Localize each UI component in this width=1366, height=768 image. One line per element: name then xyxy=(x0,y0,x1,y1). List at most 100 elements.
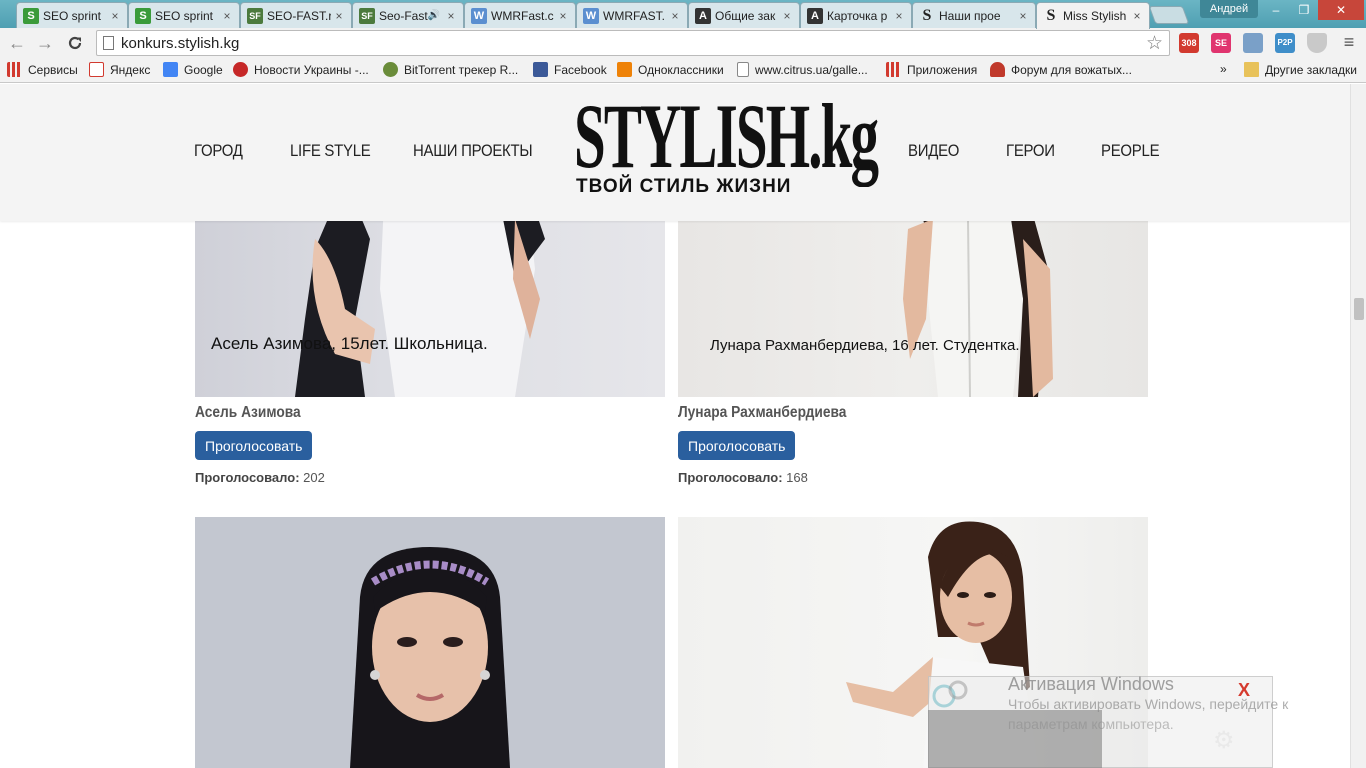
bookmark-forum[interactable]: Форум для вожатых... xyxy=(990,62,1132,77)
tab-seo-sprint-2[interactable]: S SEO sprint × xyxy=(128,2,240,28)
contestant-name[interactable]: Лунара Рахманбердиева xyxy=(678,404,846,422)
bookmark-services[interactable]: Сервисы xyxy=(7,62,78,77)
address-bar[interactable]: konkurs.stylish.kg ☆ xyxy=(96,30,1170,56)
tab-strip: S SEO sprint × S SEO sprint × SF SEO-FAS… xyxy=(0,0,1366,29)
a-favicon-icon: A xyxy=(807,7,823,24)
tab-our-projects[interactable]: S Наши прое × xyxy=(912,2,1036,28)
activation-close-button[interactable]: X xyxy=(1238,680,1250,701)
rds-extension-icon[interactable] xyxy=(1243,33,1263,53)
seo-fast-favicon-icon: SF xyxy=(359,7,375,24)
nav-link-video[interactable]: ВИДЕО xyxy=(908,141,959,161)
logo-wordmark: STYLISH.kg xyxy=(574,85,879,187)
bookmark-google[interactable]: Google xyxy=(163,62,223,77)
restore-button[interactable]: ❐ xyxy=(1290,0,1318,20)
bookmark-label: Другие закладки xyxy=(1265,62,1357,77)
contestant-name[interactable]: Асель Азимова xyxy=(195,404,301,422)
bookmark-apps[interactable]: Приложения xyxy=(886,62,977,77)
speaker-icon[interactable]: 🔊 xyxy=(428,10,440,21)
bookmark-label: Одноклассники xyxy=(638,62,724,77)
shield-extension-icon[interactable] xyxy=(1307,33,1327,53)
tab-title: WMRFast.c xyxy=(491,8,554,23)
close-icon[interactable]: × xyxy=(333,9,345,23)
vote-button[interactable]: Проголосовать xyxy=(195,431,313,460)
tab-title: SEO sprint xyxy=(155,8,214,23)
forward-button[interactable]: → xyxy=(34,32,56,54)
bookmark-news-ukraine[interactable]: Новости Украины -... xyxy=(233,62,369,77)
close-window-button[interactable]: ✕ xyxy=(1318,0,1364,20)
bookmarks-bar: Сервисы Яндекс Google Новости Украины -.… xyxy=(0,58,1366,83)
tab-wmrfast-1[interactable]: W WMRFast.c × xyxy=(464,2,576,28)
page-scrollbar[interactable] xyxy=(1350,84,1366,768)
vote-count: Проголосовало: 168 xyxy=(678,470,808,485)
close-icon[interactable]: × xyxy=(221,9,233,23)
close-icon[interactable]: × xyxy=(445,9,457,23)
seo-fast-favicon-icon: SF xyxy=(247,7,263,24)
seo-sprint-favicon-icon: S xyxy=(23,7,39,24)
close-icon[interactable]: × xyxy=(781,9,793,23)
google-icon xyxy=(163,62,178,77)
close-icon[interactable]: × xyxy=(669,9,681,23)
tab-title: SEO-FAST.ru xyxy=(267,8,331,23)
scroll-thumb[interactable] xyxy=(1354,298,1364,320)
url-text[interactable]: konkurs.stylish.kg xyxy=(121,35,239,52)
apps-grid-icon xyxy=(7,62,22,77)
close-icon[interactable]: × xyxy=(893,9,905,23)
browser-window: S SEO sprint × S SEO sprint × SF SEO-FAS… xyxy=(0,0,1366,768)
mail-extension-icon[interactable]: 308 xyxy=(1179,33,1199,53)
bookmarks-overflow-button[interactable]: » xyxy=(1220,62,1227,76)
nav-link-people[interactable]: PEOPLE xyxy=(1101,141,1160,161)
profile-badge[interactable]: Андрей xyxy=(1200,0,1258,18)
menu-icon[interactable]: ≡ xyxy=(1339,33,1359,53)
tab-seo-fast-1[interactable]: SF SEO-FAST.ru × xyxy=(240,2,352,28)
tab-miss-stylish[interactable]: S Miss Stylish × xyxy=(1036,2,1150,29)
contestant-photo-figure xyxy=(350,547,510,768)
tab-seo-sprint-1[interactable]: S SEO sprint × xyxy=(16,2,128,28)
vote-count-value: 202 xyxy=(303,470,325,485)
news-ua-icon xyxy=(233,62,248,77)
torrent-icon xyxy=(383,62,398,77)
bookmark-citrus[interactable]: www.citrus.ua/galle... xyxy=(737,62,868,77)
se-extension-icon[interactable]: SE xyxy=(1211,33,1231,53)
nav-link-lifestyle[interactable]: LIFE STYLE xyxy=(290,141,371,161)
vote-button[interactable]: Проголосовать xyxy=(678,431,796,460)
apps-grid-icon xyxy=(886,62,901,77)
back-button[interactable]: ← xyxy=(6,32,28,54)
bookmark-label: Сервисы xyxy=(28,62,78,77)
page-viewport: ГОРОД LIFE STYLE НАШИ ПРОЕКТЫ STYLISH.kg… xyxy=(0,84,1350,768)
a-favicon-icon: A xyxy=(695,7,711,24)
minimize-button[interactable]: – xyxy=(1262,0,1290,20)
reload-button[interactable] xyxy=(64,32,86,54)
site-logo[interactable]: STYLISH.kg ТВОЙ СТИЛЬ ЖИЗНИ xyxy=(574,90,879,210)
close-icon[interactable]: × xyxy=(557,9,569,23)
page-icon xyxy=(737,62,749,77)
vote-count-label: Проголосовало: xyxy=(195,470,300,485)
photo-caption: Лунара Рахманбердиева, 16 лет. Студентка… xyxy=(710,337,1020,354)
tab-general-orders[interactable]: A Общие зак × xyxy=(688,2,800,28)
seo-sprint-favicon-icon: S xyxy=(135,7,151,24)
close-icon[interactable]: × xyxy=(1017,9,1029,23)
new-tab-button[interactable] xyxy=(1148,6,1190,24)
contestant-photo[interactable] xyxy=(195,517,665,768)
s-favicon-icon: S xyxy=(922,6,932,24)
bookmark-facebook[interactable]: Facebook xyxy=(533,62,607,77)
bookmark-bittorrent[interactable]: BitTorrent трекер R... xyxy=(383,62,518,77)
nav-link-city[interactable]: ГОРОД xyxy=(194,141,243,161)
vote-count: Проголосовало: 202 xyxy=(195,470,325,485)
tab-card[interactable]: A Карточка р × xyxy=(800,2,912,28)
nav-link-heroes[interactable]: ГЕРОИ xyxy=(1006,141,1055,161)
tab-wmrfast-2[interactable]: W WMRFAST. × xyxy=(576,2,688,28)
close-icon[interactable]: × xyxy=(109,9,121,23)
browser-toolbar: ← → konkurs.stylish.kg ☆ 308 SE P2P ≡ xyxy=(0,28,1366,58)
p2p-extension-icon[interactable]: P2P xyxy=(1275,33,1295,53)
close-icon[interactable]: × xyxy=(1131,9,1143,23)
bookmark-label: Яндекс xyxy=(110,62,151,77)
nav-link-projects[interactable]: НАШИ ПРОЕКТЫ xyxy=(413,141,533,161)
bookmark-star-icon[interactable]: ☆ xyxy=(1146,32,1163,55)
other-bookmarks[interactable]: Другие закладки xyxy=(1244,62,1357,77)
tab-seo-fast-2[interactable]: SF Seo-Fast 🔊 × xyxy=(352,2,464,28)
bookmark-label: Форум для вожатых... xyxy=(1011,62,1132,77)
site-header: ГОРОД LIFE STYLE НАШИ ПРОЕКТЫ STYLISH.kg… xyxy=(0,84,1350,221)
bookmark-yandex[interactable]: Яндекс xyxy=(89,62,150,77)
bookmark-odnoklassniki[interactable]: Одноклассники xyxy=(617,62,724,77)
gear-icon[interactable]: ⚙ xyxy=(1213,726,1235,755)
